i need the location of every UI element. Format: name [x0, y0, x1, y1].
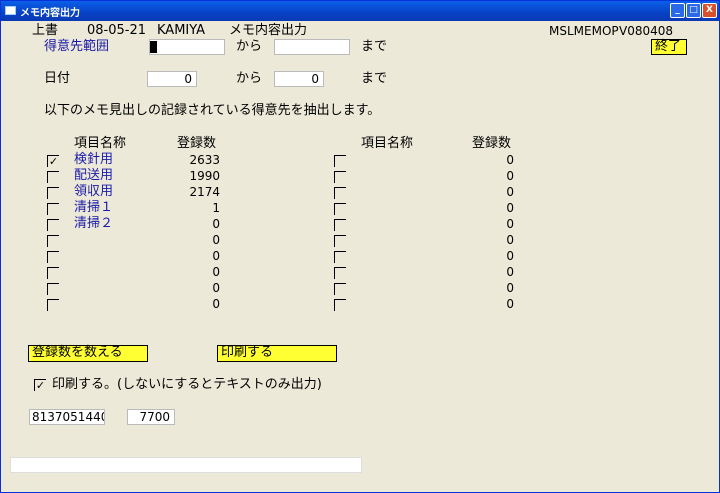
- item-checkbox-right[interactable]: [334, 187, 346, 199]
- date-to-label: まで: [361, 71, 388, 86]
- to-label: まで: [361, 39, 388, 54]
- item-count-left: 0: [212, 249, 220, 263]
- date-from-input[interactable]: 0: [147, 71, 197, 87]
- item-name-left: 検針用: [74, 152, 114, 167]
- print-option-checkbox[interactable]: ✓: [34, 379, 46, 391]
- screen-name: メモ内容出力: [229, 23, 308, 38]
- item-checkbox-right[interactable]: [334, 219, 346, 231]
- item-count-left: 2174: [189, 185, 220, 199]
- item-checkbox-right[interactable]: [334, 235, 346, 247]
- item-count-right: 0: [506, 201, 514, 215]
- customer-range-label: 得意先範囲: [44, 39, 110, 54]
- item-count-right: 0: [506, 249, 514, 263]
- instruction-text: 以下のメモ見出しの記録されている得意先を抽出します。: [44, 103, 381, 118]
- item-count-left: 0: [212, 217, 220, 231]
- right-name-header: 項目名称: [361, 136, 414, 151]
- item-count-left: 0: [212, 233, 220, 247]
- count-registrations-button[interactable]: 登録数を数える: [28, 345, 148, 362]
- item-checkbox-right[interactable]: [334, 203, 346, 215]
- window-title: メモ内容出力: [20, 8, 80, 19]
- item-name-left: 領収用: [74, 184, 114, 199]
- item-count-right: 0: [506, 217, 514, 231]
- app-window: メモ内容出力 _ □ X 上書 08-05-21 KAMIYA メモ内容出力 M…: [0, 0, 720, 493]
- item-count-left: 0: [212, 265, 220, 279]
- status-bar: [10, 457, 362, 473]
- item-checkbox-right[interactable]: [334, 267, 346, 279]
- user-text: KAMIYA: [157, 23, 206, 38]
- item-checkbox-left[interactable]: [47, 235, 59, 247]
- item-count-left: 0: [212, 297, 220, 311]
- item-count-right: 0: [506, 169, 514, 183]
- item-count-right: 0: [506, 185, 514, 199]
- program-id: MSLMEMOP: [549, 24, 619, 38]
- date-from-label: から: [236, 71, 263, 86]
- item-checkbox-right[interactable]: [334, 155, 346, 167]
- close-button[interactable]: X: [702, 3, 717, 18]
- print-option-label: 印刷する。(しないにするとテキストのみ出力): [52, 377, 322, 392]
- item-checkbox-left[interactable]: [47, 171, 59, 183]
- item-checkbox-left[interactable]: [47, 299, 59, 311]
- print-button[interactable]: 印刷する: [217, 345, 337, 362]
- item-count-right: 0: [506, 265, 514, 279]
- date-label: 日付: [44, 71, 71, 86]
- item-count-right: 0: [506, 233, 514, 247]
- code-field[interactable]: 8137051440: [29, 409, 105, 425]
- item-count-right: 0: [506, 281, 514, 295]
- item-count-left: 1990: [189, 169, 220, 183]
- maximize-button[interactable]: □: [686, 3, 701, 18]
- customer-to-input[interactable]: [274, 39, 350, 55]
- item-checkbox-left[interactable]: [47, 203, 59, 215]
- amount-field[interactable]: 7700: [127, 409, 175, 425]
- item-name-left: 清掃１: [74, 200, 114, 215]
- date-to-input[interactable]: 0: [274, 71, 324, 87]
- customer-from-input[interactable]: [149, 39, 225, 55]
- item-name-left: 配送用: [74, 168, 114, 183]
- item-checkbox-right[interactable]: [334, 283, 346, 295]
- item-count-left: 0: [212, 281, 220, 295]
- minimize-button[interactable]: _: [670, 3, 685, 18]
- item-checkbox-left[interactable]: ✓: [47, 155, 59, 167]
- item-count-right: 0: [506, 153, 514, 167]
- item-checkbox-left[interactable]: [47, 187, 59, 199]
- mode-label: 上書: [32, 23, 59, 38]
- right-count-header: 登録数: [472, 136, 512, 151]
- item-checkbox-left[interactable]: [47, 283, 59, 295]
- item-checkbox-right[interactable]: [334, 251, 346, 263]
- date-text: 08-05-21: [87, 23, 147, 38]
- version-text: V080408: [619, 24, 674, 38]
- item-checkbox-left[interactable]: [47, 251, 59, 263]
- form-area: 上書 08-05-21 KAMIYA メモ内容出力 MSLMEMOP V0804…: [4, 21, 716, 490]
- item-count-right: 0: [506, 297, 514, 311]
- left-count-header: 登録数: [177, 136, 217, 151]
- title-bar: メモ内容出力 _ □ X: [1, 1, 719, 21]
- item-name-left: 清掃２: [74, 216, 114, 231]
- item-checkbox-right[interactable]: [334, 171, 346, 183]
- item-checkbox-left[interactable]: [47, 267, 59, 279]
- text-cursor: [150, 41, 157, 53]
- item-checkbox-left[interactable]: [47, 219, 59, 231]
- from-label: から: [236, 39, 263, 54]
- exit-button[interactable]: 終了: [651, 39, 687, 55]
- window-icon: [5, 6, 16, 15]
- item-count-left: 2633: [189, 153, 220, 167]
- item-count-left: 1: [212, 201, 220, 215]
- left-name-header: 項目名称: [74, 136, 127, 151]
- item-checkbox-right[interactable]: [334, 299, 346, 311]
